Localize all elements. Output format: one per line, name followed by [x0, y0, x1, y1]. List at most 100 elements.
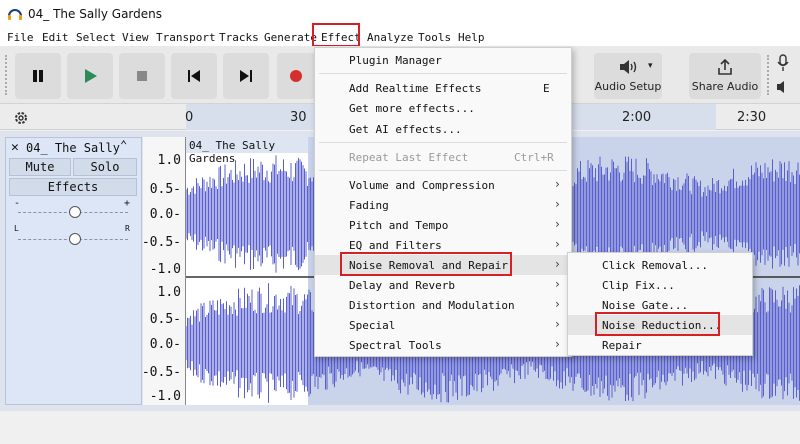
audio-setup-label: Audio Setup	[594, 80, 662, 93]
amp-label: 1.0	[157, 153, 181, 168]
share-audio-label: Share Audio	[691, 80, 759, 93]
gear-icon[interactable]	[12, 109, 30, 127]
amp-label: 0.5-	[149, 182, 181, 197]
menu-item-click-removal[interactable]: Click Removal...	[568, 255, 752, 275]
menu-item-distortion-modulation[interactable]: Distortion and Modulation ›	[315, 295, 571, 315]
skip-to-start-button[interactable]	[171, 53, 217, 99]
menu-edit[interactable]: Edit	[42, 31, 69, 44]
gain-slider-handle[interactable]	[69, 206, 81, 218]
skip-to-end-icon	[240, 70, 252, 82]
menu-item-repair[interactable]: Repair	[568, 335, 752, 355]
menu-item-plugin-manager[interactable]: Plugin Manager	[315, 50, 571, 70]
pause-icon	[33, 70, 43, 82]
menu-item-get-ai-effects[interactable]: Get AI effects...	[315, 119, 571, 139]
audacity-logo-icon	[8, 9, 22, 20]
menu-transport[interactable]: Transport	[156, 31, 216, 44]
ruler-tick: 0	[185, 110, 194, 125]
menu-item-spectral-tools[interactable]: Spectral Tools ›	[315, 335, 571, 355]
chevron-down-icon: ▾	[648, 61, 653, 71]
menu-item-repeat-last-effect: Repeat Last Effect Ctrl+R	[349, 151, 554, 164]
chevron-right-icon: ›	[553, 177, 561, 191]
effect-menu-highlight	[312, 23, 360, 47]
chevron-right-icon: ›	[553, 237, 561, 251]
amp-label: -0.5-	[141, 365, 181, 380]
chevron-right-icon: ›	[553, 297, 561, 311]
amplitude-scale: 1.0 0.5- 0.0- -0.5- -1.0 1.0 0.5- 0.0- -…	[141, 137, 186, 405]
chevron-up-icon[interactable]: ⌃	[120, 138, 127, 152]
record-button[interactable]	[277, 53, 315, 99]
track-control-panel: ✕ 04_ The Sally ⌃ Mute Solo Effects - + …	[5, 137, 142, 405]
stop-icon	[137, 71, 147, 81]
pan-left-label: L	[14, 224, 19, 233]
menu-view[interactable]: View	[122, 31, 149, 44]
chevron-right-icon: ›	[553, 257, 561, 271]
menu-tools[interactable]: Tools	[418, 31, 451, 44]
amp-label: 1.0	[157, 285, 181, 300]
menu-item-get-more-effects[interactable]: Get more effects...	[315, 98, 571, 118]
noise-submenu: Click Removal... Clip Fix... Noise Gate.…	[567, 252, 753, 356]
effects-button[interactable]: Effects	[9, 178, 137, 196]
speaker-meter-icon[interactable]	[776, 79, 790, 95]
chevron-right-icon: ›	[553, 277, 561, 291]
menu-item-pitch-tempo[interactable]: Pitch and Tempo ›	[315, 215, 571, 235]
speaker-icon	[620, 60, 637, 74]
microphone-icon[interactable]	[776, 54, 790, 72]
ruler-tick: 2:00	[622, 110, 652, 125]
chevron-right-icon: ›	[553, 317, 561, 331]
toolbar-grip-right[interactable]	[767, 55, 771, 95]
menu-help[interactable]: Help	[458, 31, 485, 44]
share-icon	[718, 58, 732, 75]
track-name[interactable]: 04_ The Sally	[26, 141, 120, 155]
menu-separator	[319, 170, 567, 171]
menu-item-fading[interactable]: Fading ›	[315, 195, 571, 215]
menu-select[interactable]: Select	[76, 31, 116, 44]
pan-right-label: R	[125, 224, 130, 233]
audio-setup-button[interactable]: ▾ Audio Setup	[594, 53, 662, 99]
share-audio-button[interactable]: Share Audio	[689, 53, 761, 99]
play-button[interactable]	[67, 53, 113, 99]
close-track-icon[interactable]: ✕	[11, 140, 19, 155]
menu-item-add-realtime-effects[interactable]: Add Realtime Effects E	[315, 78, 571, 98]
skip-to-start-icon	[188, 70, 200, 82]
play-icon	[85, 69, 97, 83]
skip-to-end-button[interactable]	[223, 53, 269, 99]
stop-button[interactable]	[119, 53, 165, 99]
menu-item-special[interactable]: Special ›	[315, 315, 571, 335]
menu-analyze[interactable]: Analyze	[367, 31, 413, 44]
amp-label: 0.5-	[149, 312, 181, 327]
menu-item-delay-reverb[interactable]: Delay and Reverb ›	[315, 275, 571, 295]
gain-minus-label: -	[14, 198, 21, 209]
menu-item-volume-compression[interactable]: Volume and Compression ›	[315, 175, 571, 195]
amp-label: -0.5-	[141, 235, 181, 250]
mute-button[interactable]: Mute	[9, 158, 71, 176]
noise-reduction-highlight	[595, 312, 720, 336]
ruler-tick: 2:30	[737, 110, 767, 125]
menu-tracks[interactable]: Tracks	[219, 31, 259, 44]
pan-slider-handle[interactable]	[69, 233, 81, 245]
amp-label: -1.0	[149, 262, 181, 277]
menu-separator	[319, 142, 567, 143]
solo-button[interactable]: Solo	[73, 158, 137, 176]
clip-name: 04_ The Sally Gardens	[189, 139, 276, 165]
pause-button[interactable]	[15, 53, 61, 99]
chevron-right-icon: ›	[553, 337, 561, 351]
menu-file[interactable]: File	[7, 31, 34, 44]
menu-separator	[319, 73, 567, 74]
gain-plus-label: +	[124, 198, 131, 209]
effect-menu: Plugin Manager Add Realtime Effects E Get…	[314, 47, 572, 357]
ruler-tick: 30	[290, 110, 307, 125]
window-title: 04_ The Sally Gardens	[28, 7, 163, 21]
menu-bar: File Edit Select View Transport Tracks G…	[0, 28, 800, 46]
title-bar: 04_ The Sally Gardens	[0, 0, 800, 28]
clip-header[interactable]: 04_ The Sally Gardens	[186, 137, 308, 165]
amp-label: 0.0-	[149, 207, 181, 222]
menu-item-clip-fix[interactable]: Clip Fix...	[568, 275, 752, 295]
toolbar-grip[interactable]	[5, 55, 9, 95]
menu-generate[interactable]: Generate	[264, 31, 317, 44]
noise-removal-highlight	[340, 252, 512, 276]
chevron-right-icon: ›	[553, 197, 561, 211]
amp-label: 0.0-	[149, 337, 181, 352]
chevron-right-icon: ›	[553, 217, 561, 231]
amp-label: -1.0	[149, 389, 181, 404]
record-icon	[290, 70, 302, 82]
